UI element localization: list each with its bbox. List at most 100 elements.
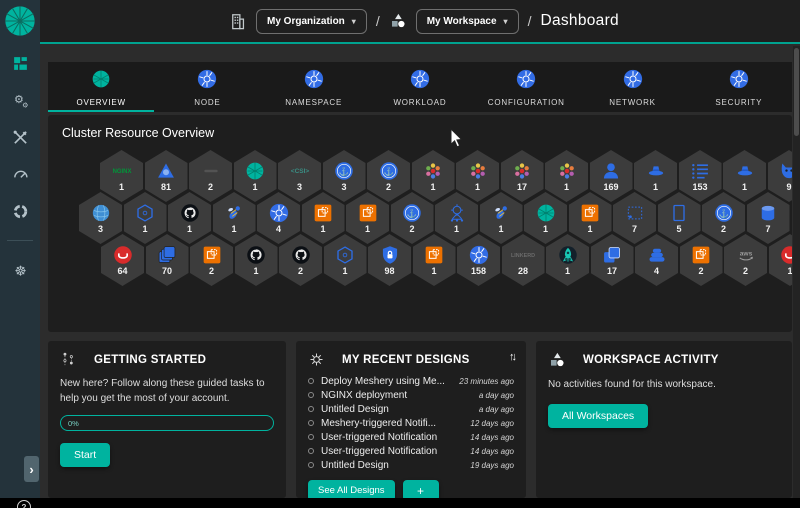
hexagon-orange-square[interactable]: 1 (569, 192, 612, 244)
hexagon-csi-wordmark[interactable]: <CSI>3 (278, 150, 321, 202)
hexagon-stacked-squares[interactable]: 17 (591, 234, 634, 286)
nginx-icon: NGINX (109, 160, 135, 182)
design-list-item[interactable]: Meshery-triggered Notifi...12 days ago (308, 416, 514, 430)
design-bullet-icon (308, 392, 314, 398)
hexagon-aws[interactable]: aws2 (724, 234, 767, 286)
kubernetes-icon[interactable]: ☸ (9, 260, 31, 280)
hexagon-layers[interactable]: 70 (146, 234, 189, 286)
hexagon-argo-triangle[interactable]: 81 (145, 150, 188, 202)
hexagon-fedora-hat[interactable]: 1 (634, 150, 677, 202)
hexagon-kubernetes[interactable]: 158 (457, 234, 500, 286)
workspace-activity-empty-message: No activities found for this workspace. (548, 377, 780, 392)
hexagon-anchor-badge[interactable]: ⚓2 (702, 192, 745, 244)
tab-overview[interactable]: OVERVIEW (48, 62, 154, 112)
hexagon-orange-square[interactable]: 2 (190, 234, 233, 286)
workspace-shapes-icon (548, 351, 566, 369)
hexagon-flower[interactable]: 17 (501, 150, 544, 202)
hexagon-hex-badge[interactable]: 1 (324, 234, 367, 286)
scrollbar-thumb[interactable] (794, 48, 799, 136)
hexagon-flower[interactable]: 1 (412, 150, 455, 202)
design-list-item[interactable]: Deploy Meshery using Me...23 minutes ago (308, 374, 514, 388)
performance-icon[interactable] (9, 164, 31, 184)
sort-icon[interactable]: ↑↓ (509, 351, 514, 363)
hexagon-meshery[interactable]: 1 (234, 150, 277, 202)
hexagon-ship-wheel[interactable]: 1 (435, 192, 478, 244)
tab-label: NODE (194, 98, 220, 107)
resource-count: 158 (471, 266, 486, 276)
hexagon-shield-lock[interactable]: 98 (368, 234, 411, 286)
design-list-item[interactable]: User-triggered Notification14 days ago (308, 430, 514, 444)
tab-security[interactable]: SECURITY (686, 62, 792, 112)
hexagon-yarn-ball[interactable]: 3 (79, 192, 122, 244)
hexagon-outline-rect[interactable]: 5 (658, 192, 701, 244)
hexagon-bee[interactable]: 1 (213, 192, 256, 244)
hexagon-linkerd-wordmark[interactable]: LINKERD28 (502, 234, 545, 286)
hexagon-github[interactable]: 1 (235, 234, 278, 286)
dashboard-icon[interactable] (9, 53, 31, 73)
hexagon-flower[interactable]: 1 (456, 150, 499, 202)
resource-count: 169 (603, 182, 618, 192)
toolbox-icon[interactable] (9, 127, 31, 147)
hexagon-hex-badge[interactable]: 1 (124, 192, 167, 244)
hexagon-flower[interactable]: 1 (545, 150, 588, 202)
orange-square-icon (691, 244, 711, 266)
daemon-icon (779, 160, 792, 182)
hexagon-fedora-hat[interactable]: 1 (723, 150, 766, 202)
aws-icon: aws (736, 244, 756, 266)
hexagon-rocket[interactable]: 1 (546, 234, 589, 286)
hexagon-anchor-badge[interactable]: ⚓2 (391, 192, 434, 244)
hexagon-user[interactable]: 169 (590, 150, 633, 202)
tab-node[interactable]: NODE (154, 62, 260, 112)
hexagon-orange-square[interactable]: 1 (346, 192, 389, 244)
extensions-icon[interactable] (9, 201, 31, 221)
start-button[interactable]: Start (60, 443, 110, 467)
hexagon-dotted-rect[interactable]: 7 (613, 192, 656, 244)
hexagon-red-circle[interactable]: 1 (769, 234, 793, 286)
sidebar-expand-button[interactable]: › (24, 456, 39, 482)
hexagon-nginx[interactable]: NGINX1 (100, 150, 143, 202)
hexagon-anchor-badge[interactable]: ⚓2 (367, 150, 410, 202)
organization-dropdown[interactable]: My Organization ▾ (256, 9, 367, 34)
workspace-dropdown[interactable]: My Workspace ▾ (416, 9, 519, 34)
tab-workload[interactable]: WORKLOAD (367, 62, 473, 112)
hexagon-orange-square[interactable]: 1 (413, 234, 456, 286)
design-list-item[interactable]: NGINX deploymenta day ago (308, 388, 514, 402)
hexagon-orange-square[interactable]: 1 (302, 192, 345, 244)
hexagon-kubernetes[interactable]: 4 (257, 192, 300, 244)
see-all-designs-button[interactable]: See All Designs (308, 480, 395, 498)
hexagon-gray-wordmark[interactable]: 2 (189, 150, 232, 202)
hexagon-github[interactable]: 1 (168, 192, 211, 244)
hexagon-bee[interactable]: 1 (480, 192, 523, 244)
design-list-item[interactable]: Untitled Design19 days ago (308, 458, 514, 472)
gray-wordmark-icon (201, 160, 221, 182)
chevron-down-icon: ▾ (352, 17, 356, 26)
all-workspaces-button[interactable]: All Workspaces (548, 404, 648, 428)
github-icon (246, 244, 266, 266)
tab-network[interactable]: NETWORK (579, 62, 685, 112)
lifecycle-icon[interactable]: ⚙⚙ (9, 90, 31, 110)
meshery-logo-icon[interactable] (4, 5, 36, 37)
design-name: Deploy Meshery using Me... (321, 376, 452, 387)
hexagon-github[interactable]: 2 (279, 234, 322, 286)
hexagon-red-circle[interactable]: 64 (101, 234, 144, 286)
hexagon-anchor-badge[interactable]: ⚓3 (323, 150, 366, 202)
hexagon-list[interactable]: 153 (679, 150, 722, 202)
help-icon[interactable]: ? (17, 500, 31, 508)
resource-count: 1 (231, 224, 236, 234)
hexagon-orange-square[interactable]: 2 (680, 234, 723, 286)
design-bullet-icon (308, 434, 314, 440)
hexagon-tiered-cake[interactable]: 4 (635, 234, 678, 286)
sidebar-nav: ⚙⚙ ☸ (0, 53, 40, 280)
tab-configuration[interactable]: CONFIGURATION (473, 62, 579, 112)
add-design-button[interactable]: + (403, 480, 439, 498)
design-list-item[interactable]: User-triggered Notification14 days ago (308, 444, 514, 458)
hexagon-cylinder[interactable]: 7 (747, 192, 790, 244)
resource-count: 1 (142, 224, 147, 234)
card-title: MY RECENT DESIGNS (342, 354, 470, 366)
hexagon-meshery[interactable]: 1 (524, 192, 567, 244)
scrollbar[interactable] (793, 46, 800, 498)
card-title: GETTING STARTED (94, 354, 206, 366)
design-list-item[interactable]: Untitled Designa day ago (308, 402, 514, 416)
ship-wheel-icon (447, 202, 467, 224)
tab-namespace[interactable]: NAMESPACE (261, 62, 367, 112)
